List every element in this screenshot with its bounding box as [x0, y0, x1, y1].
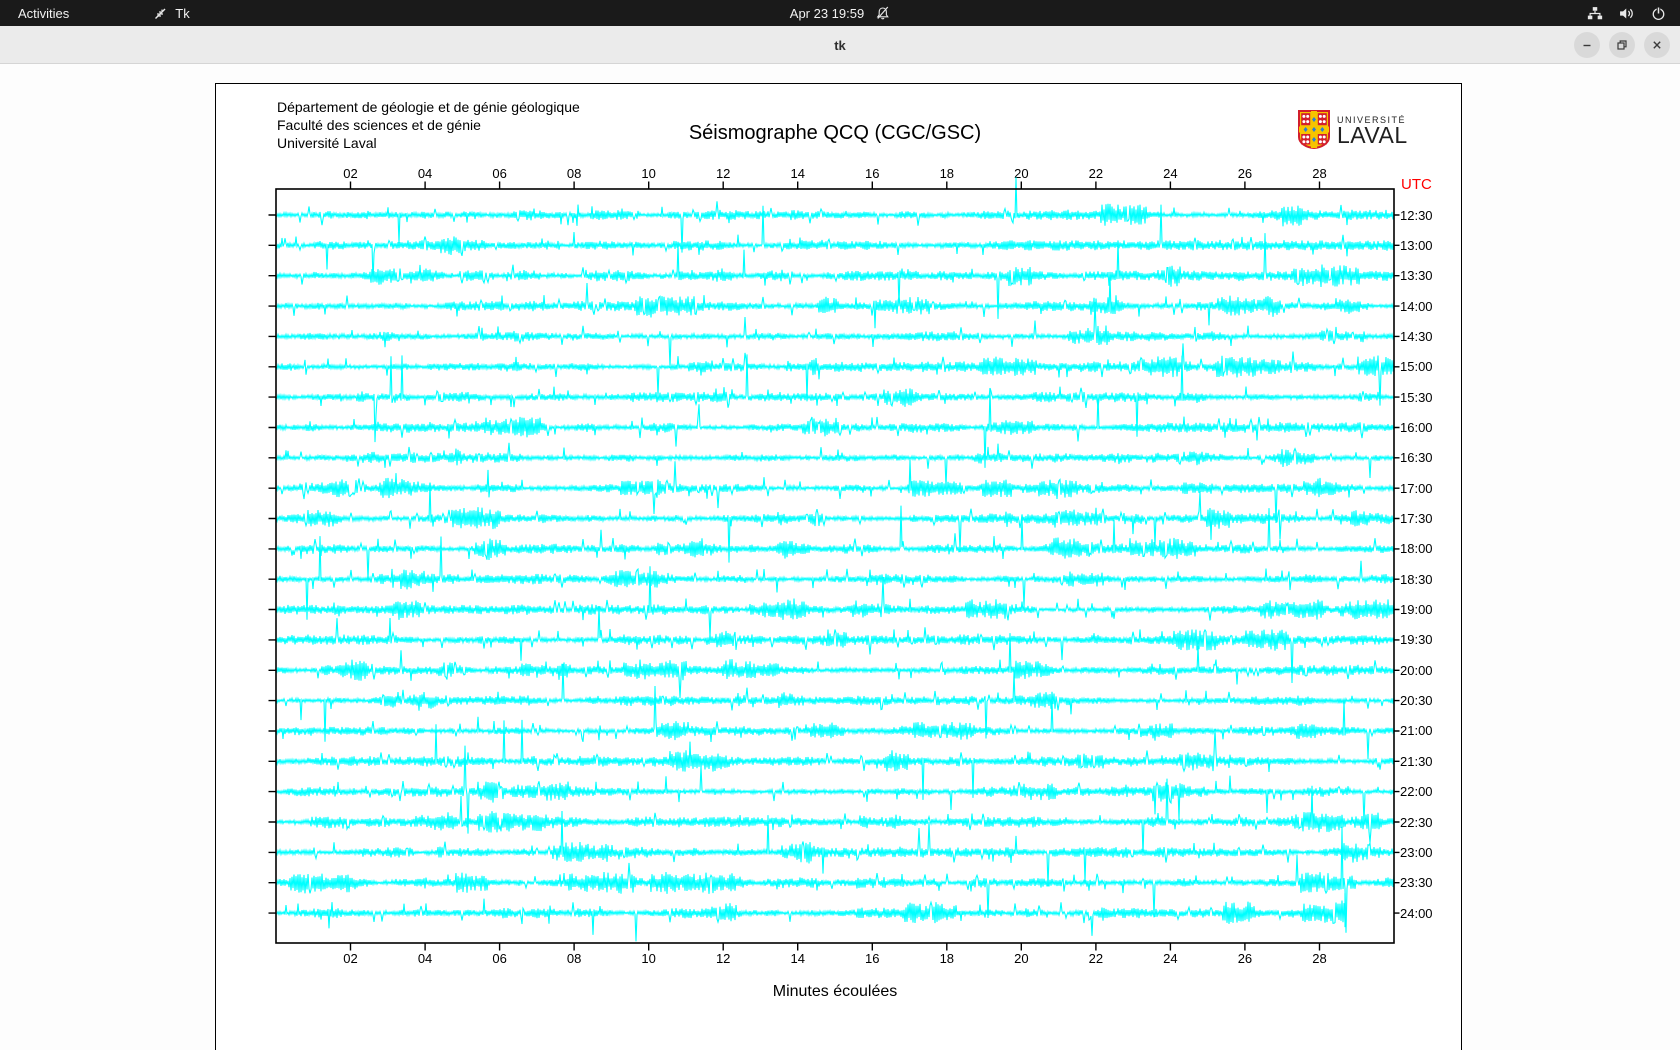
trace-time-label: 19:00 — [1400, 602, 1433, 618]
trace-time-label: 21:30 — [1400, 753, 1433, 769]
trace-time-label: 13:00 — [1400, 237, 1433, 253]
trace-time-label: 19:30 — [1400, 632, 1433, 648]
trace-time-label: 17:00 — [1400, 480, 1433, 496]
x-tick-label-bottom: 24 — [1163, 951, 1178, 966]
x-tick-label-bottom: 14 — [790, 951, 805, 966]
bell-slash-icon — [876, 6, 890, 20]
x-tick-label-top: 14 — [790, 166, 805, 181]
trace-time-label: 14:00 — [1400, 298, 1433, 314]
x-tick-label-top: 08 — [566, 166, 582, 181]
window-title: tk — [834, 37, 846, 53]
desktop: Activities Tk Apr 23 19:59 tk Départemen… — [0, 0, 1680, 1050]
trace-time-label: 17:30 — [1400, 511, 1433, 526]
x-tick-label-top: 06 — [492, 166, 507, 181]
x-tick-label-top: 22 — [1088, 166, 1104, 181]
system-status-area[interactable] — [1573, 0, 1680, 26]
trace-time-label: 14:30 — [1400, 328, 1433, 344]
minimize-icon — [1583, 44, 1591, 47]
x-tick-label-bottom: 08 — [566, 951, 582, 966]
x-tick-label-top: 26 — [1237, 166, 1253, 181]
seismograph-canvas — [215, 83, 1462, 1050]
clock-button[interactable]: Apr 23 19:59 — [790, 0, 890, 26]
plot-title: Séismographe QCQ (CGC/GSC) — [688, 122, 982, 144]
x-tick-label-top: 24 — [1163, 166, 1178, 181]
app-indicator-label: Tk — [175, 5, 190, 21]
trace-time-label: 21:00 — [1400, 723, 1433, 739]
close-icon — [1653, 41, 1661, 49]
universite-laval-logo: UNIVERSITÉ LAVAL — [1298, 110, 1408, 149]
gnome-top-bar: Activities Tk Apr 23 19:59 — [0, 0, 1680, 26]
app-indicator[interactable]: Tk — [145, 0, 197, 26]
power-icon — [1651, 6, 1666, 21]
x-tick-label-bottom: 04 — [417, 951, 433, 966]
trace-time-label: 12:30 — [1400, 207, 1433, 223]
tk-feather-icon — [153, 6, 168, 21]
x-axis-title: Minutes écoulées — [772, 983, 898, 1000]
x-tick-label-bottom: 06 — [492, 951, 507, 966]
x-tick-label-top: 02 — [343, 166, 358, 181]
trace-time-label: 18:30 — [1400, 571, 1433, 587]
logo-text-laval: LAVAL — [1337, 121, 1408, 148]
utc-label: UTC — [1401, 176, 1432, 193]
trace-time-label: 20:30 — [1400, 693, 1433, 709]
trace-time-label: 24:00 — [1400, 905, 1433, 921]
trace-time-label: 20:00 — [1400, 662, 1433, 678]
x-tick-label-bottom: 12 — [715, 951, 731, 966]
trace-time-label: 15:30 — [1400, 389, 1433, 405]
maximize-button[interactable] — [1609, 32, 1635, 58]
window-titlebar[interactable]: tk — [0, 26, 1680, 64]
x-tick-label-bottom: 26 — [1237, 951, 1253, 966]
trace-time-label: 16:00 — [1400, 419, 1433, 435]
x-tick-label-top: 12 — [715, 166, 731, 181]
x-tick-label-top: 16 — [865, 166, 880, 181]
trace-time-label: 23:30 — [1400, 875, 1433, 891]
trace-time-label: 22:00 — [1400, 784, 1433, 800]
trace-time-label: 18:00 — [1400, 541, 1433, 557]
x-tick-label-bottom: 20 — [1014, 951, 1029, 966]
trace-time-label: 13:30 — [1400, 268, 1433, 284]
x-tick-label-bottom: 18 — [939, 951, 955, 966]
x-tick-label-top: 28 — [1312, 166, 1327, 181]
x-tick-label-top: 04 — [417, 166, 433, 181]
x-tick-label-top: 18 — [939, 166, 955, 181]
minimize-button[interactable] — [1574, 32, 1600, 58]
trace-time-label: 15:00 — [1400, 359, 1433, 375]
x-tick-label-bottom: 16 — [865, 951, 880, 966]
x-tick-label-top: 20 — [1014, 166, 1029, 181]
activities-button[interactable]: Activities — [0, 0, 87, 26]
trace-time-label: 22:30 — [1400, 814, 1433, 830]
x-tick-label-bottom: 22 — [1088, 951, 1104, 966]
trace-time-label: 16:30 — [1400, 450, 1433, 466]
institution-line: Département de géologie et de génie géol… — [277, 99, 580, 115]
trace-time-label: 23:00 — [1400, 844, 1433, 860]
x-tick-label-bottom: 10 — [641, 951, 656, 966]
maximize-icon — [1617, 40, 1627, 50]
x-tick-label-bottom: 02 — [343, 951, 358, 966]
speaker-icon — [1619, 6, 1635, 21]
close-button[interactable] — [1644, 32, 1670, 58]
x-tick-label-bottom: 28 — [1312, 951, 1327, 966]
x-tick-label-top: 10 — [641, 166, 656, 181]
laval-shield-icon — [1298, 110, 1330, 149]
wired-network-icon — [1587, 6, 1603, 21]
clock-label: Apr 23 19:59 — [789, 5, 865, 21]
